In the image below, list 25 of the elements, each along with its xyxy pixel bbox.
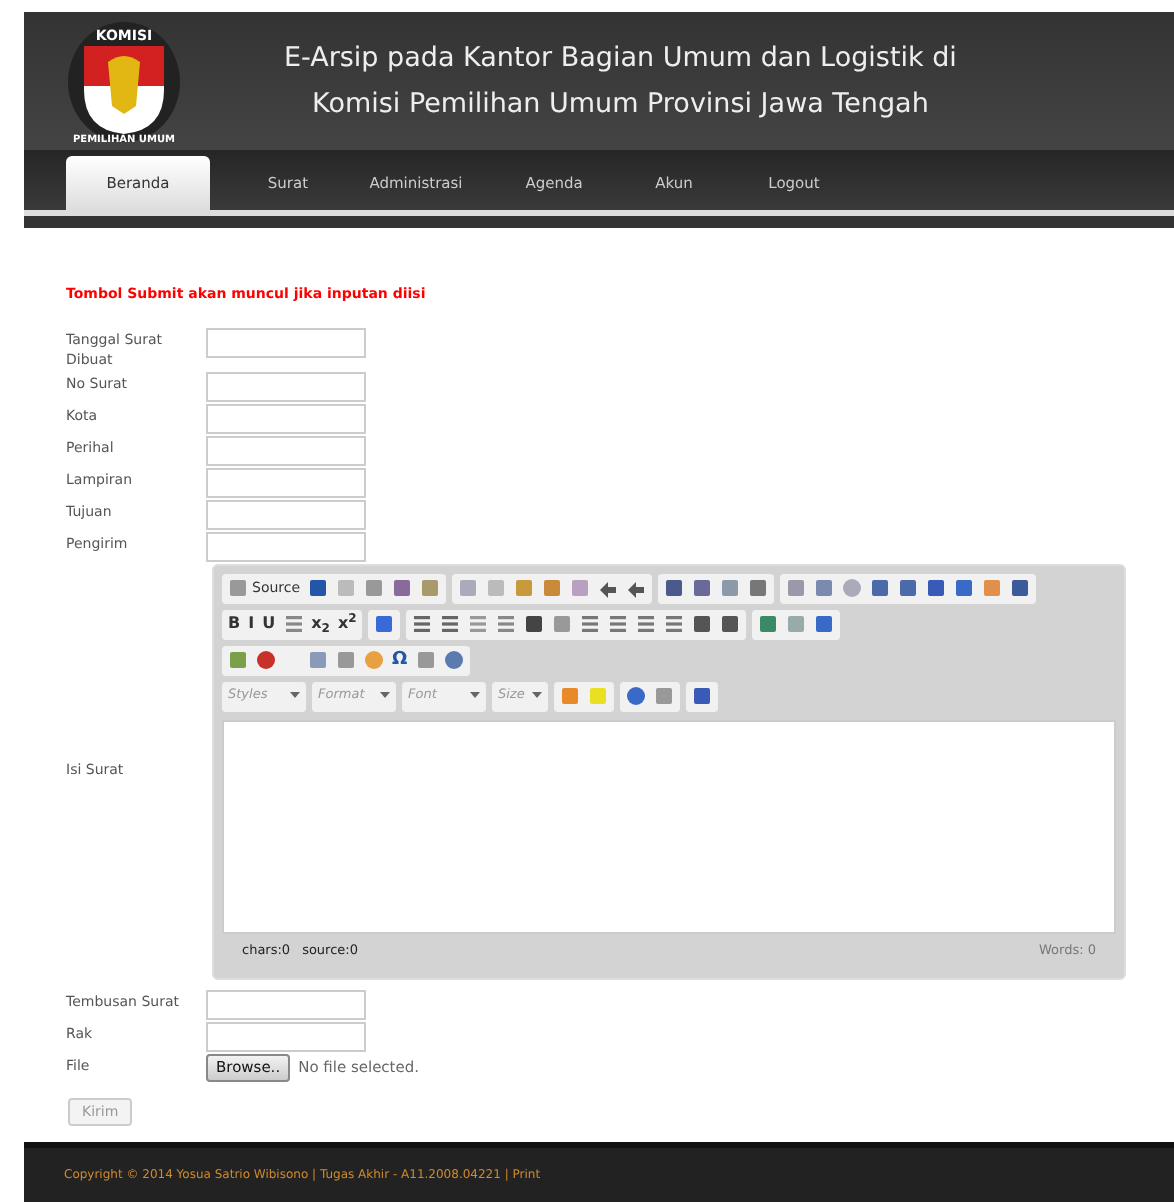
text-field[interactable] [206,531,366,561]
format-button[interactable]: U [262,616,276,632]
format-button[interactable]: I [248,616,255,632]
text-field[interactable] [206,403,366,433]
text-field[interactable] [206,499,366,529]
text-field[interactable] [206,371,366,401]
redo-icon[interactable] [626,578,647,598]
justify-icon[interactable] [664,614,685,634]
text-field[interactable] [206,989,366,1019]
editor-content-area[interactable] [222,719,1116,933]
format-button[interactable]: B [228,616,241,632]
undo-icon[interactable] [598,578,619,598]
text-field[interactable] [206,1021,366,1051]
text-field[interactable] [206,435,366,465]
site-title: Komisi Pemilihan Umum Provinsi Jawa Tengah [312,85,929,123]
text-field[interactable] [206,327,366,357]
site-title: E-Arsip pada Kantor Bagian Umum dan Logistik di [284,39,957,77]
format-button[interactable]: x$_{2}$ [311,616,330,632]
caret-icon [470,692,480,700]
caret-icon [290,692,300,700]
caret-icon [380,692,390,700]
format-button[interactable]: x$^{2}$ [337,616,357,632]
caret-icon [532,692,542,700]
special-character-button[interactable]: Ω [392,651,408,669]
text-field[interactable] [206,467,366,497]
